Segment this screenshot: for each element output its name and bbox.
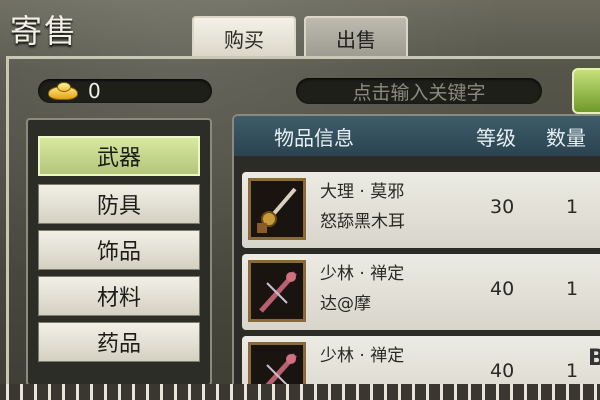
list-item[interactable]: 少林 · 禅定 40 1 B (242, 336, 600, 384)
category-materials[interactable]: 材料 (38, 276, 200, 316)
window-title: 寄售 (10, 12, 79, 50)
header-item-info: 物品信息 (274, 126, 354, 150)
sword-icon (248, 178, 306, 240)
item-quantity: 1 (566, 360, 579, 382)
tab-buy[interactable]: 购买 (192, 16, 296, 58)
header-level: 等级 (476, 126, 516, 150)
list-item[interactable]: 大理 · 莫邪 怒舔黑木耳 30 1 (242, 172, 600, 248)
list-item[interactable]: 少林 · 禅定 达@摩 40 1 (242, 254, 600, 330)
item-level: 40 (490, 360, 515, 382)
currency-amount: 0 (88, 79, 101, 103)
category-weapons[interactable]: 武器 (38, 136, 200, 176)
item-list: 物品信息 等级 数量 大理 · 莫邪 怒舔黑木耳 30 1 少林 · 禅定 达@… (232, 114, 600, 386)
category-armor[interactable]: 防具 (38, 184, 200, 224)
currency-display: 0 (38, 79, 212, 103)
category-panel: 武器 防具 饰品 材料 药品 (26, 118, 212, 386)
item-badge: B (588, 346, 600, 371)
gold-ingot-icon (46, 82, 80, 100)
item-level: 30 (490, 196, 515, 218)
bottom-edge (0, 384, 600, 400)
consignment-window: 寄售 购买 出售 0 点击输入关键字 武器 防具 饰品 材料 药品 物品信息 等… (0, 0, 600, 386)
search-button[interactable] (572, 68, 600, 114)
tab-sell[interactable]: 出售 (304, 16, 408, 58)
list-header: 物品信息 等级 数量 (234, 116, 600, 156)
search-input[interactable]: 点击输入关键字 (296, 78, 542, 104)
category-accessories[interactable]: 饰品 (38, 230, 200, 270)
staff-icon (248, 342, 306, 384)
item-quantity: 1 (566, 196, 579, 218)
staff-icon (248, 260, 306, 322)
category-medicine[interactable]: 药品 (38, 322, 200, 362)
item-level: 40 (490, 278, 515, 300)
header-quantity: 数量 (546, 126, 586, 150)
item-quantity: 1 (566, 278, 579, 300)
